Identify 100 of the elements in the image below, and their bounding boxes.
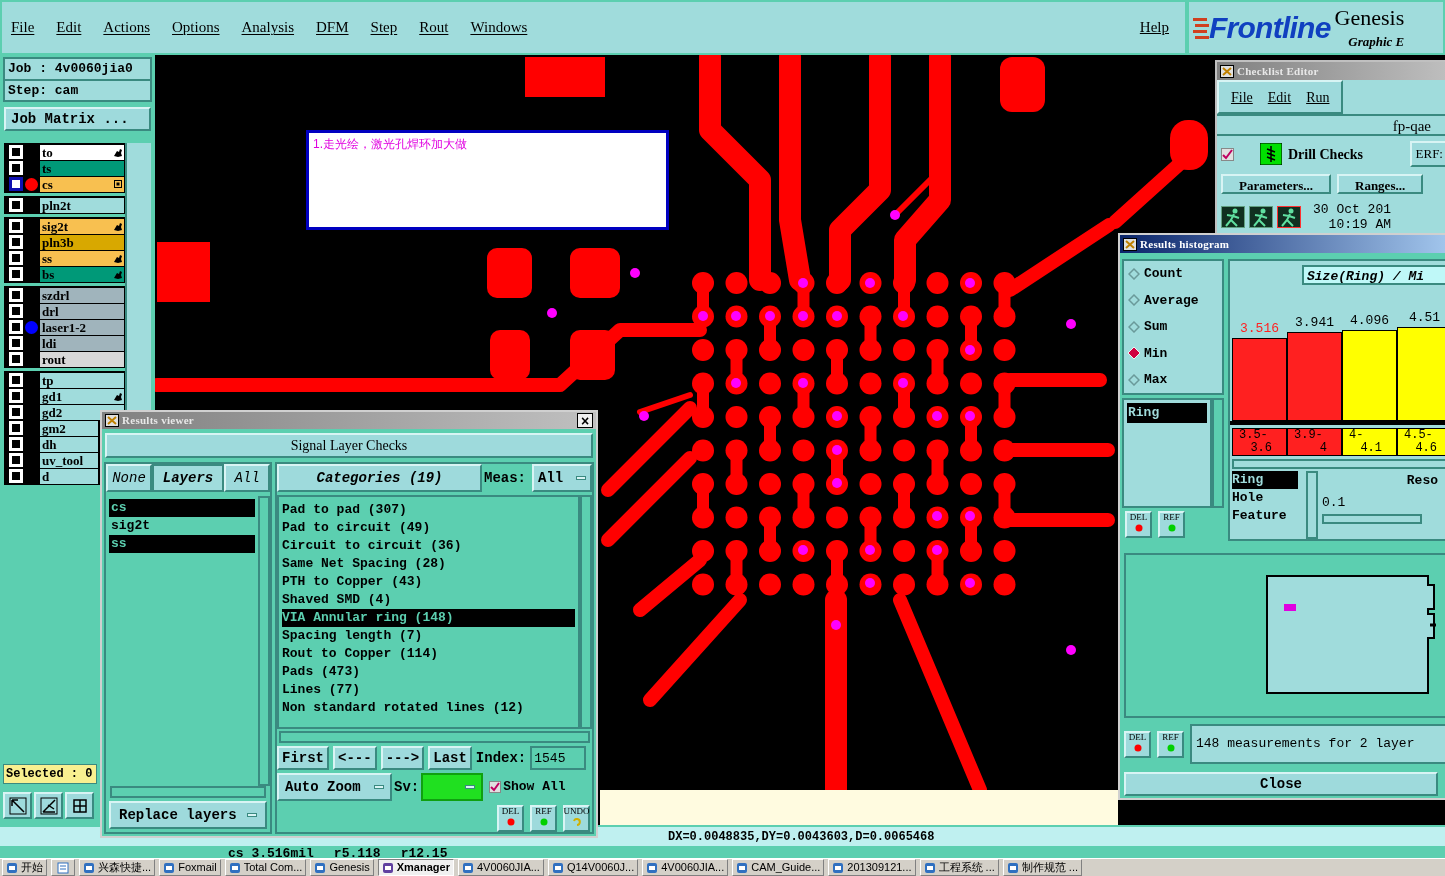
layers-tab[interactable]: Layers — [152, 464, 224, 492]
tool-button[interactable]: UNDO — [563, 805, 590, 832]
layer-toggle-icon[interactable] — [9, 288, 23, 302]
layer-name[interactable]: szdrl — [40, 287, 124, 303]
list-item[interactable]: ss — [109, 535, 255, 553]
list-item[interactable]: cs — [109, 499, 255, 517]
list-item[interactable]: Same Net Spacing (28) — [282, 555, 575, 573]
menu-item[interactable]: Actions — [100, 16, 153, 39]
layer-name[interactable]: uv_tool — [40, 452, 98, 468]
list-item[interactable]: Pad to pad (307) — [282, 501, 575, 519]
index-field[interactable]: 1545 — [530, 746, 587, 770]
list-item[interactable]: Pad to circuit (49) — [282, 519, 575, 537]
layer-toggle-icon[interactable] — [9, 421, 23, 435]
tool-button[interactable]: REF — [1158, 511, 1185, 538]
taskbar-button[interactable]: Total Com... — [224, 859, 307, 876]
list-item[interactable]: PTH to Copper (43) — [282, 573, 575, 591]
layer-name[interactable]: ts — [40, 160, 124, 176]
vertical-scrollbar[interactable] — [258, 496, 270, 786]
note-box[interactable]: 1.走光绘，激光孔焊环加大做 — [306, 130, 669, 230]
layer-toggle-icon[interactable] — [9, 219, 23, 233]
categories-button[interactable]: Categories (19) — [277, 464, 482, 492]
tool-button[interactable]: REF — [1157, 730, 1184, 758]
tool-button[interactable]: DEL — [1124, 730, 1151, 758]
close-button[interactable]: Close — [1124, 772, 1438, 796]
taskbar-button[interactable] — [51, 859, 75, 876]
layer-toggle-icon[interactable] — [9, 469, 23, 483]
taskbar-button[interactable]: Genesis — [310, 859, 374, 876]
layer-toggle-icon[interactable] — [9, 177, 23, 191]
menu-item[interactable]: File — [1231, 86, 1253, 108]
list-item[interactable]: Hole — [1232, 489, 1304, 507]
menu-item[interactable]: Analysis — [238, 16, 298, 39]
layer-toggle-icon[interactable] — [9, 336, 23, 350]
taskbar-button[interactable]: CAM_Guide... — [732, 859, 825, 876]
zoom-in-icon[interactable] — [3, 792, 32, 819]
menu-item[interactable]: Options — [169, 16, 223, 39]
replace-layers-dropdown[interactable]: Replace layers — [109, 801, 267, 829]
layer-toggle-icon[interactable] — [9, 373, 23, 387]
checkbox[interactable] — [1221, 147, 1234, 161]
layer-name[interactable]: rout — [40, 351, 124, 367]
navigation-button[interactable]: <--- — [333, 746, 377, 770]
list-item[interactable]: Shaved SMD (4) — [282, 591, 575, 609]
list-item[interactable]: Lines (77) — [282, 681, 575, 699]
vertical-scrollbar[interactable] — [1212, 398, 1224, 508]
list-item[interactable]: sig2t — [109, 517, 255, 535]
layer-name[interactable]: d — [40, 468, 98, 484]
layer-toggle-icon[interactable] — [9, 145, 23, 159]
layer-name[interactable]: ldi — [40, 335, 124, 351]
layer-toggle-icon[interactable] — [9, 304, 23, 318]
layer-toggle-icon[interactable] — [9, 267, 23, 281]
layer-name[interactable]: tp — [40, 372, 124, 388]
taskbar-button[interactable]: 制作规范 ... — [1002, 859, 1082, 876]
layer-filter-button[interactable]: None — [106, 464, 152, 492]
menu-item[interactable]: Windows — [467, 16, 531, 39]
tool-button[interactable]: DEL — [497, 805, 524, 832]
meas-dropdown[interactable]: All — [532, 464, 592, 492]
layer-toggle-icon[interactable] — [9, 437, 23, 451]
layer-name[interactable]: to — [40, 144, 124, 160]
layer-list-scrollbar[interactable] — [125, 143, 151, 413]
taskbar-button[interactable]: 4V0060JIA... — [457, 859, 544, 876]
menu-item[interactable]: Edit — [1267, 86, 1292, 108]
auto-zoom-dropdown[interactable]: Auto Zoom — [277, 773, 392, 801]
list-item[interactable]: VIA Annular ring (148) — [282, 609, 575, 627]
list-item[interactable]: Pads (473) — [282, 663, 575, 681]
measure-icon[interactable] — [34, 792, 63, 819]
list-item[interactable]: Spacing length (7) — [282, 627, 575, 645]
layer-toggle-icon[interactable] — [9, 405, 23, 419]
list-item[interactable]: Ring — [1127, 403, 1207, 423]
menu-item[interactable]: Step — [367, 16, 401, 39]
layer-toggle-icon[interactable] — [9, 251, 23, 265]
list-item[interactable]: Circuit to circuit (36) — [282, 537, 575, 555]
taskbar-button[interactable]: 兴森快捷... — [79, 859, 156, 876]
layer-name[interactable]: cs — [40, 176, 124, 192]
horizontal-scrollbar[interactable] — [1232, 459, 1445, 469]
horizontal-scrollbar[interactable] — [279, 731, 590, 743]
menu-item[interactable]: File — [8, 16, 38, 39]
menu-item[interactable]: Edit — [53, 16, 85, 39]
taskbar-button[interactable]: Q14V0060J... — [547, 859, 639, 876]
layer-name[interactable]: laser1-2 — [40, 319, 124, 335]
taskbar-button[interactable]: Xmanager — [377, 859, 454, 876]
list-item[interactable]: Feature — [1232, 507, 1304, 525]
layer-toggle-icon[interactable] — [9, 235, 23, 249]
taskbar-button[interactable]: 开始 — [2, 859, 47, 876]
erf-button[interactable]: ERF: — [1409, 141, 1445, 167]
radio-button[interactable] — [1128, 294, 1140, 307]
tool-button[interactable]: REF — [530, 805, 557, 832]
taskbar-button[interactable]: 工程系统 ... — [919, 859, 999, 876]
tool-button[interactable]: DEL — [1125, 511, 1152, 538]
layer-toggle-icon[interactable] — [9, 198, 23, 212]
navigation-button[interactable]: Last — [428, 746, 472, 770]
layer-toggle-icon[interactable] — [9, 161, 23, 175]
navigation-button[interactable]: First — [277, 746, 329, 770]
menu-item[interactable]: Help — [1129, 16, 1179, 39]
layer-filter-button[interactable]: All — [224, 464, 270, 492]
list-item[interactable]: Ring — [1232, 471, 1298, 489]
list-item[interactable]: Non standard rotated lines (12) — [282, 699, 575, 717]
grid-icon[interactable] — [65, 792, 94, 819]
layer-name[interactable]: bs — [40, 266, 124, 282]
layer-toggle-icon[interactable] — [9, 320, 23, 334]
checklist-button[interactable]: Parameters... — [1221, 174, 1331, 194]
layer-name[interactable]: gm2 — [40, 420, 98, 436]
